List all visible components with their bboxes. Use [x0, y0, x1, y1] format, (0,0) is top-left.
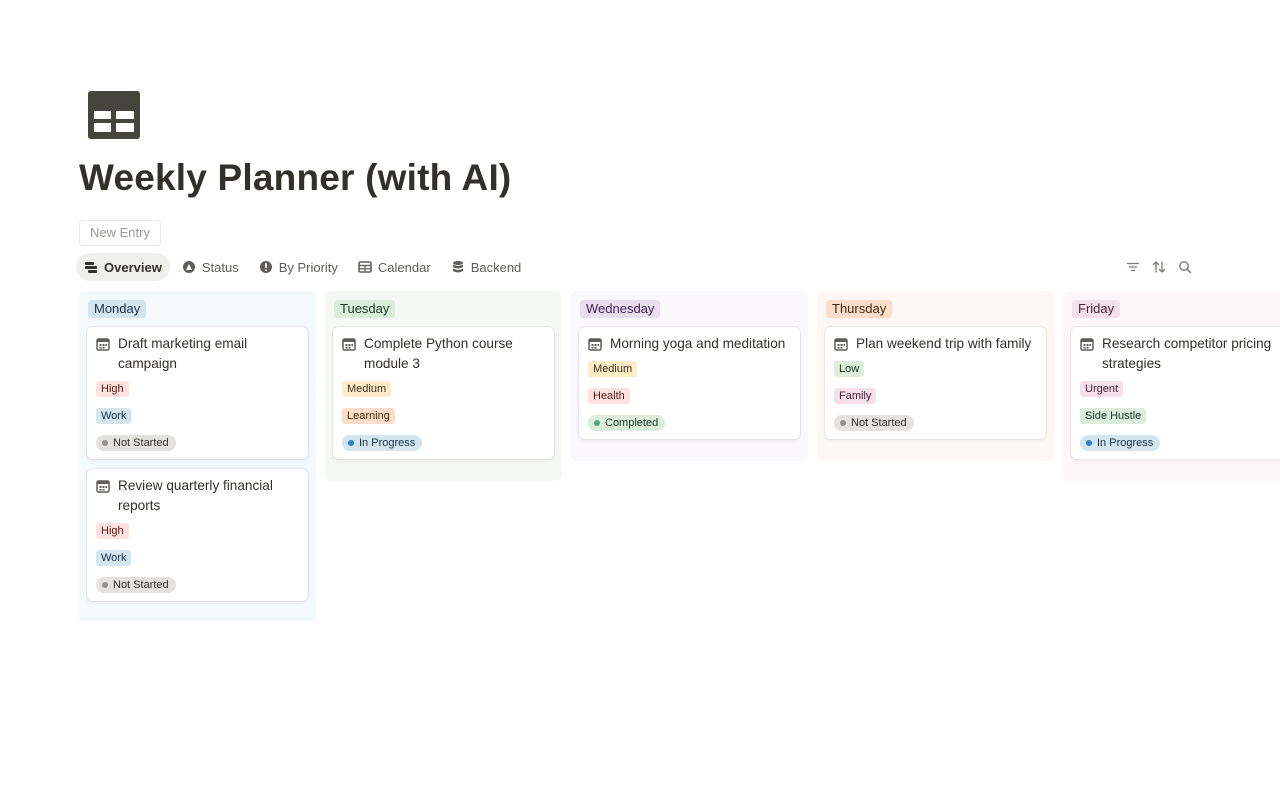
- board-column-wednesday: Wednesday Morning yoga and meditation Me…: [571, 291, 808, 461]
- priority-icon: [259, 261, 272, 273]
- tab-calendar[interactable]: Calendar: [350, 253, 439, 281]
- column-label: Monday: [88, 300, 147, 318]
- status-dot: [102, 440, 108, 446]
- status-dot: [594, 420, 600, 426]
- status-badge: Not Started: [834, 415, 914, 431]
- board-column-tuesday: Tuesday Complete Python course module 3 …: [325, 291, 562, 481]
- status-badge: Not Started: [96, 435, 176, 451]
- tab-backend[interactable]: Backend: [443, 253, 530, 281]
- status-label: Not Started: [113, 579, 169, 591]
- board-icon: [85, 262, 97, 273]
- priority-tag: High: [96, 523, 129, 539]
- tab-label: Backend: [470, 259, 522, 275]
- status-label: In Progress: [359, 437, 416, 449]
- category-tag: Family: [834, 388, 877, 404]
- board-column-monday: Monday Draft marketing email campaign Hi…: [79, 291, 316, 621]
- tab-label: By Priority: [278, 259, 338, 275]
- priority-tag: Medium: [588, 361, 638, 377]
- tab-status[interactable]: Status: [174, 253, 247, 281]
- calendar-icon: [588, 338, 602, 351]
- search-icon[interactable]: [1178, 260, 1192, 274]
- priority-tag: Urgent: [1080, 381, 1124, 397]
- task-card[interactable]: Plan weekend trip with family Low Family…: [825, 327, 1046, 439]
- new-entry-button[interactable]: New Entry: [79, 220, 161, 246]
- page-title: Weekly Planner (with AI): [79, 157, 512, 198]
- status-label: In Progress: [1097, 437, 1154, 449]
- category-tag: Health: [588, 388, 630, 404]
- view-toolbar: [1126, 260, 1192, 274]
- category-tag: Work: [96, 408, 132, 424]
- status-badge: In Progress: [342, 435, 423, 451]
- board-column-thursday: Thursday Plan weekend trip with family L…: [817, 291, 1054, 461]
- status-dot: [840, 420, 846, 426]
- sort-icon[interactable]: [1152, 260, 1166, 274]
- category-tag: Work: [96, 550, 132, 566]
- table-icon[interactable]: [88, 91, 140, 139]
- task-card[interactable]: Review quarterly financial reports High …: [87, 469, 308, 601]
- status-label: Not Started: [113, 437, 169, 449]
- filter-icon[interactable]: [1126, 260, 1140, 274]
- priority-tag: Low: [834, 361, 865, 377]
- task-card[interactable]: Draft marketing email campaign High Work…: [87, 327, 308, 459]
- column-label: Tuesday: [334, 300, 396, 318]
- task-card[interactable]: Morning yoga and meditation Medium Healt…: [579, 327, 800, 439]
- column-label: Friday: [1072, 300, 1121, 318]
- task-title: Review quarterly financial reports: [118, 478, 273, 513]
- view-tabs: Overview Status By Priority Calendar Bac…: [76, 253, 529, 281]
- status-dot: [1086, 440, 1092, 446]
- calendar-table-icon: [358, 261, 372, 273]
- calendar-icon: [96, 338, 110, 351]
- task-title: Morning yoga and meditation: [610, 336, 786, 351]
- calendar-icon: [96, 480, 110, 493]
- task-title: Complete Python course module 3: [364, 336, 513, 371]
- calendar-icon: [342, 338, 356, 351]
- column-label: Thursday: [826, 300, 893, 318]
- task-title: Plan weekend trip with family: [856, 336, 1032, 351]
- category-tag: Side Hustle: [1080, 408, 1147, 424]
- tab-label: Overview: [104, 259, 162, 275]
- calendar-icon: [834, 338, 848, 351]
- board-column-friday: Friday Research competitor pricing strat…: [1063, 291, 1280, 481]
- priority-tag: Medium: [342, 381, 392, 397]
- tab-by-priority[interactable]: By Priority: [251, 253, 346, 281]
- status-badge: Not Started: [96, 577, 176, 593]
- kanban-board: Monday Draft marketing email campaign Hi…: [79, 291, 1280, 621]
- database-icon: [452, 261, 463, 273]
- status-dot: [102, 582, 108, 588]
- task-card[interactable]: Research competitor pricing strategies U…: [1071, 327, 1280, 459]
- calendar-icon: [1080, 338, 1094, 351]
- tab-label: Status: [201, 259, 239, 275]
- tab-overview[interactable]: Overview: [76, 253, 170, 281]
- task-title: Research competitor pricing strategies: [1102, 336, 1272, 371]
- priority-tag: High: [96, 381, 129, 397]
- status-badge: In Progress: [1080, 435, 1161, 451]
- status-label: Completed: [605, 417, 659, 429]
- task-card[interactable]: Complete Python course module 3 Medium L…: [333, 327, 554, 459]
- status-badge: Completed: [588, 415, 666, 431]
- tab-label: Calendar: [377, 259, 431, 275]
- status-icon: [182, 261, 195, 273]
- task-title: Draft marketing email campaign: [118, 336, 248, 371]
- status-dot: [348, 440, 354, 446]
- category-tag: Learning: [342, 408, 395, 424]
- status-label: Not Started: [851, 417, 907, 429]
- column-label: Wednesday: [580, 300, 661, 318]
